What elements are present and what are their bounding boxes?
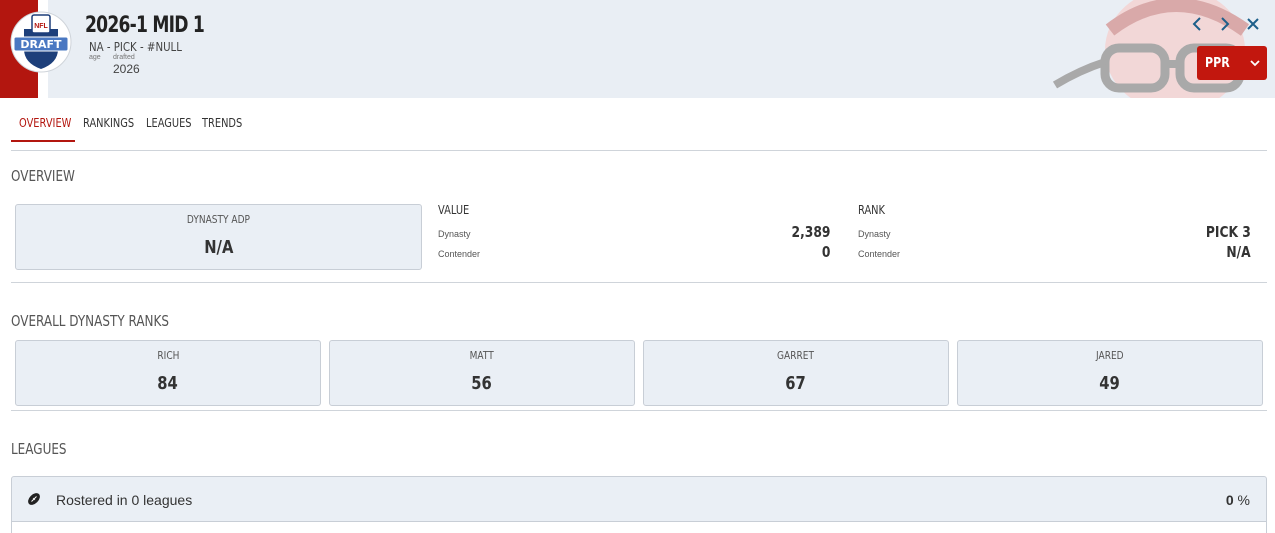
rank-heading: RANK — [858, 203, 885, 217]
player-title: 2026-1 MID 1 — [85, 13, 205, 38]
rank-contender-value: N/A — [1226, 243, 1251, 261]
player-subline: NA - PICK - #NULL — [89, 40, 182, 54]
rank-dynasty-label: Dynasty — [858, 229, 891, 239]
section-divider — [11, 410, 1267, 411]
rank-card-jared: JARED 49 — [957, 340, 1263, 406]
rank-card-name: GARRET — [777, 349, 815, 362]
dynasty-adp-value: N/A — [203, 237, 234, 258]
tab-bar: OVERVIEW RANKINGS LEAGUES TRENDS — [11, 108, 1267, 151]
nfl-draft-logo: NFL DRAFT — [10, 11, 72, 73]
rank-card-name: MATT — [469, 349, 495, 362]
rank-card-value: 84 — [157, 373, 179, 394]
rank-card-name: RICH — [156, 349, 180, 362]
rank-contender-label: Contender — [858, 249, 901, 259]
rostered-percent: 0 % — [1226, 492, 1250, 508]
value-heading: VALUE — [438, 203, 470, 217]
value-contender-value: 0 — [821, 243, 830, 261]
football-icon — [26, 491, 42, 512]
tab-rankings[interactable]: RANKINGS — [83, 116, 134, 130]
drafted-label: drafted — [113, 54, 135, 61]
rank-card-value: 67 — [785, 373, 807, 394]
dynasty-adp-label: DYNASTY ADP — [186, 213, 251, 226]
leagues-list-continuation — [11, 522, 1267, 533]
leagues-rostered-row[interactable]: Rostered in 0 leagues 0 % — [11, 476, 1267, 522]
section-divider — [11, 282, 1267, 283]
rank-card-name: JARED — [1096, 349, 1124, 362]
rank-card-rich: RICH 84 — [15, 340, 321, 406]
chevron-down-icon — [1249, 56, 1261, 74]
dynasty-adp-card: DYNASTY ADP N/A — [15, 204, 422, 270]
dynasty-ranks-section-title: OVERALL DYNASTY RANKS — [11, 312, 169, 330]
scoring-format-label: PPR — [1205, 55, 1230, 71]
value-dynasty-label: Dynasty — [438, 229, 471, 239]
rank-card-value: 56 — [471, 373, 493, 394]
scoring-format-dropdown[interactable]: PPR — [1197, 46, 1267, 80]
overview-section-title: OVERVIEW — [11, 167, 75, 185]
close-icon[interactable] — [1244, 14, 1262, 34]
rank-card-value: 49 — [1099, 373, 1121, 394]
percent-sign: % — [1233, 492, 1250, 508]
value-contender-label: Contender — [438, 249, 481, 259]
rostered-percent-value: 0 — [1225, 492, 1234, 508]
tab-overview[interactable]: OVERVIEW — [19, 116, 71, 130]
leagues-section-title: LEAGUES — [11, 440, 67, 458]
drafted-year: 2026 — [113, 62, 140, 76]
tab-trends[interactable]: TRENDS — [202, 116, 242, 130]
value-dynasty-value: 2,389 — [791, 223, 830, 241]
tab-leagues[interactable]: LEAGUES — [146, 116, 192, 130]
chevron-right-icon[interactable] — [1216, 14, 1234, 34]
chevron-left-icon[interactable] — [1188, 14, 1206, 34]
rank-dynasty-value: PICK 3 — [1206, 223, 1251, 241]
logo-shield-text: NFL — [34, 23, 48, 30]
logo-text: DRAFT — [20, 38, 62, 51]
rostered-text: Rostered in 0 leagues — [56, 492, 193, 508]
rank-card-matt: MATT 56 — [329, 340, 635, 406]
rank-card-garret: GARRET 67 — [643, 340, 949, 406]
age-label: age — [89, 54, 101, 61]
player-header: NFL DRAFT 2026-1 MID 1 NA - PICK - #NULL… — [0, 0, 1275, 98]
header-nav — [1188, 14, 1262, 34]
active-tab-indicator — [11, 140, 75, 142]
